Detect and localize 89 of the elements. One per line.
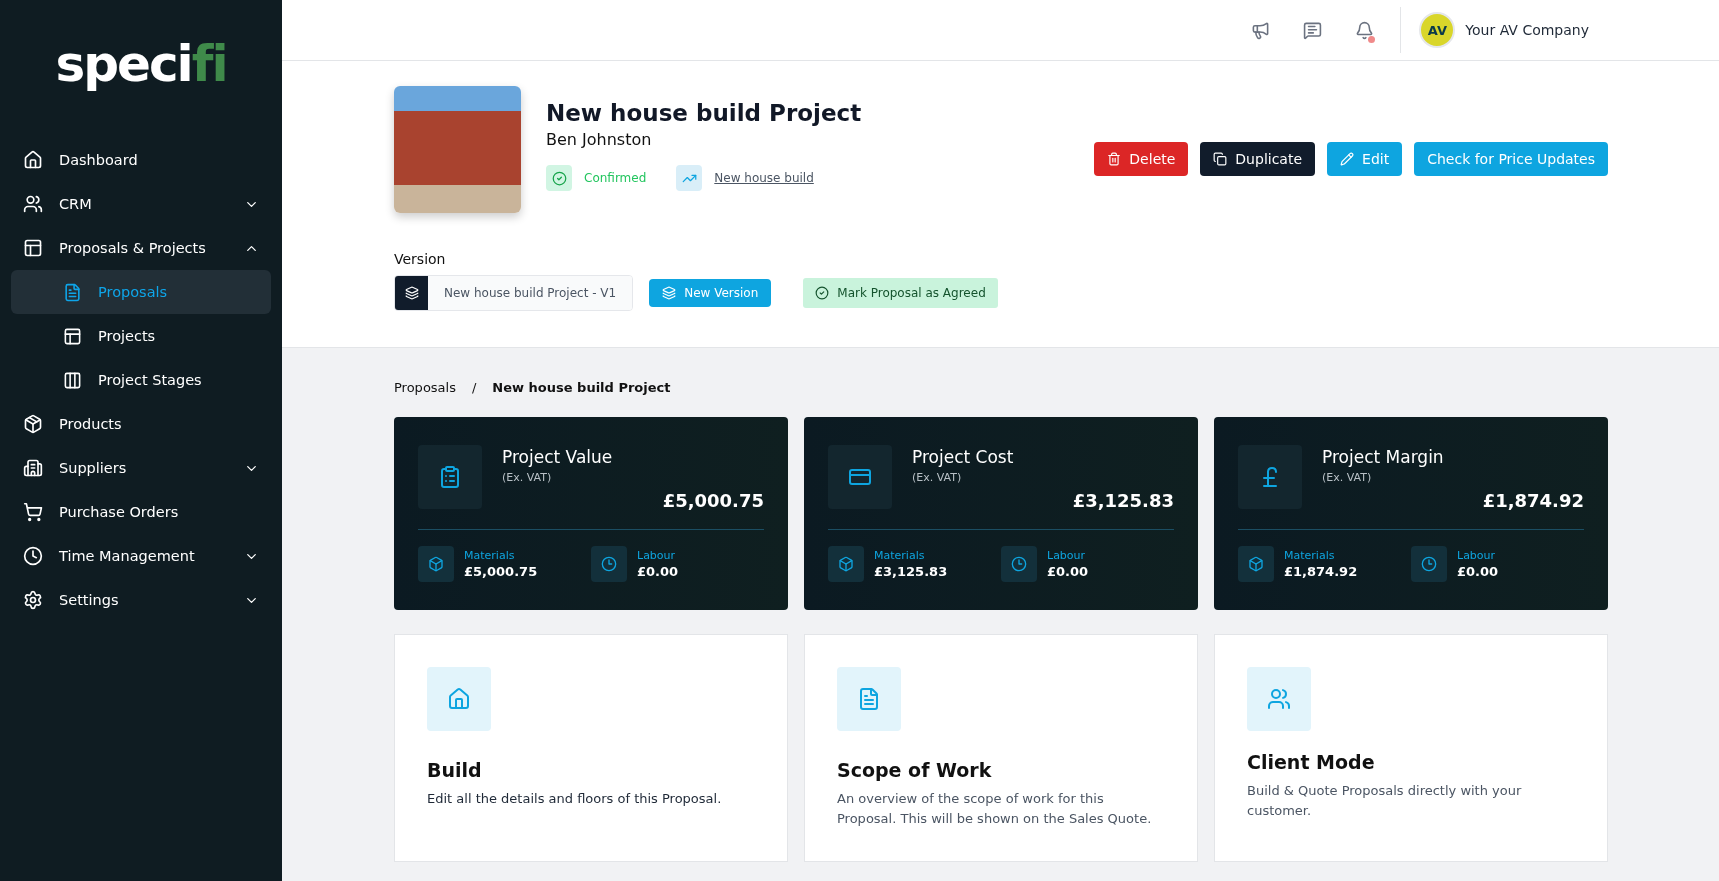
clock-icon	[1411, 546, 1447, 582]
building-icon	[23, 458, 43, 478]
card-description: Edit all the details and floors of this Proposal.	[427, 790, 723, 808]
version-label: Version	[394, 251, 447, 267]
box-icon	[1238, 546, 1274, 582]
nav-subitem[interactable]: Proposals	[11, 270, 271, 314]
settings-icon	[23, 590, 43, 610]
project-link[interactable]: New house build	[714, 171, 814, 185]
button-icon	[1340, 152, 1355, 166]
nav-subitem-icon	[63, 326, 82, 346]
card-icon	[837, 667, 901, 731]
nav-item[interactable]: Products	[11, 402, 271, 446]
materials-label: Materials	[874, 549, 926, 562]
materials-label: Materials	[1284, 549, 1336, 562]
card-title: Build	[427, 759, 483, 781]
labour-value: £0.00	[1047, 564, 1089, 579]
feature-card[interactable]: Scope of Work An overview of the scope of work for this Proposal. This will be shown on the Sales Quote.	[804, 634, 1198, 862]
nav-item[interactable]: Suppliers	[11, 446, 271, 490]
check-circle-icon	[815, 286, 830, 300]
users-icon	[23, 194, 43, 214]
client-name: Ben Johnston	[546, 130, 653, 149]
labour-label: Labour	[1457, 549, 1497, 562]
stat-title: Project Value	[502, 447, 614, 467]
layers-icon	[404, 286, 419, 300]
action-button[interactable]: Duplicate	[1200, 142, 1316, 176]
company-name: Your AV Company	[1465, 22, 1589, 38]
card-description: An overview of the scope of work for this Proposal. This will be shown on the Sales Quote.	[837, 790, 1153, 828]
card-description: Build & Quote Proposals directly with your customer.	[1247, 782, 1523, 820]
stat-icon	[418, 445, 482, 509]
materials-value: £1,874.92	[1284, 564, 1358, 579]
stat-icon	[828, 445, 892, 509]
panels-icon	[23, 238, 43, 258]
nav-item[interactable]: Settings	[11, 578, 271, 622]
nav-item[interactable]: Proposals & Projects	[11, 226, 271, 270]
project-title: New house build Project	[546, 100, 862, 126]
nav-subitem[interactable]: Projects	[11, 314, 271, 358]
card-title: Client Mode	[1247, 751, 1376, 773]
home-icon	[23, 150, 43, 170]
stat-note: (Ex. VAT)	[912, 471, 963, 484]
card-icon	[427, 667, 491, 731]
labour-value: £0.00	[637, 564, 679, 579]
clock-icon	[591, 546, 627, 582]
action-button[interactable]: Delete	[1094, 142, 1189, 176]
layers-icon	[662, 286, 677, 300]
nav-item[interactable]: Purchase Orders	[11, 490, 271, 534]
stat-total: £3,125.83	[1072, 490, 1174, 511]
materials-label: Materials	[464, 549, 516, 562]
box-icon	[23, 414, 43, 434]
nav-item[interactable]: Time Management	[11, 534, 271, 578]
check-circle-icon	[551, 170, 567, 186]
box-icon	[828, 546, 864, 582]
labour-label: Labour	[1047, 549, 1087, 562]
card-title: Scope of Work	[837, 759, 993, 781]
nav-item[interactable]: CRM	[11, 182, 271, 226]
clock-icon	[1001, 546, 1037, 582]
stat-note: (Ex. VAT)	[502, 471, 553, 484]
breadcrumb-link[interactable]: Proposals	[394, 380, 456, 395]
box-icon	[418, 546, 454, 582]
stat-title: Project Cost	[912, 447, 1015, 467]
stat-icon	[1238, 445, 1302, 509]
status-label: Confirmed	[584, 171, 647, 185]
button-icon	[1107, 152, 1122, 166]
button-icon	[1213, 152, 1228, 166]
avatar[interactable]: AV	[1419, 12, 1456, 48]
nav-item[interactable]: Dashboard	[11, 138, 271, 182]
card-icon	[1247, 667, 1311, 731]
logo: specifi	[55, 35, 227, 93]
materials-value: £3,125.83	[874, 564, 948, 579]
feature-card[interactable]: Client Mode Build & Quote Proposals directly with your customer.	[1214, 634, 1608, 862]
stat-total: £5,000.75	[662, 490, 764, 511]
nav-subitem-icon	[63, 282, 82, 302]
breadcrumb-separator: /	[471, 380, 477, 395]
version-select[interactable]: New house build Project - V1	[394, 275, 634, 311]
stat-title: Project Margin	[1322, 447, 1445, 467]
nav-subitem-icon	[63, 370, 82, 390]
labour-label: Labour	[637, 549, 677, 562]
nav-subitem[interactable]: Project Stages	[11, 358, 271, 402]
clock-icon	[23, 546, 43, 566]
breadcrumb-current: New house build Project	[492, 380, 671, 395]
labour-value: £0.00	[1457, 564, 1499, 579]
mark-agreed-button[interactable]: Mark Proposal as Agreed	[803, 278, 998, 308]
message-icon[interactable]	[1302, 20, 1322, 40]
stat-note: (Ex. VAT)	[1322, 471, 1373, 484]
cart-icon	[23, 502, 43, 522]
bell-icon[interactable]	[1354, 20, 1374, 40]
megaphone-icon[interactable]	[1250, 20, 1270, 40]
materials-value: £5,000.75	[464, 564, 538, 579]
feature-card[interactable]: Build Edit all the details and floors of this Proposal.	[394, 634, 788, 862]
stat-total: £1,874.92	[1482, 490, 1584, 511]
